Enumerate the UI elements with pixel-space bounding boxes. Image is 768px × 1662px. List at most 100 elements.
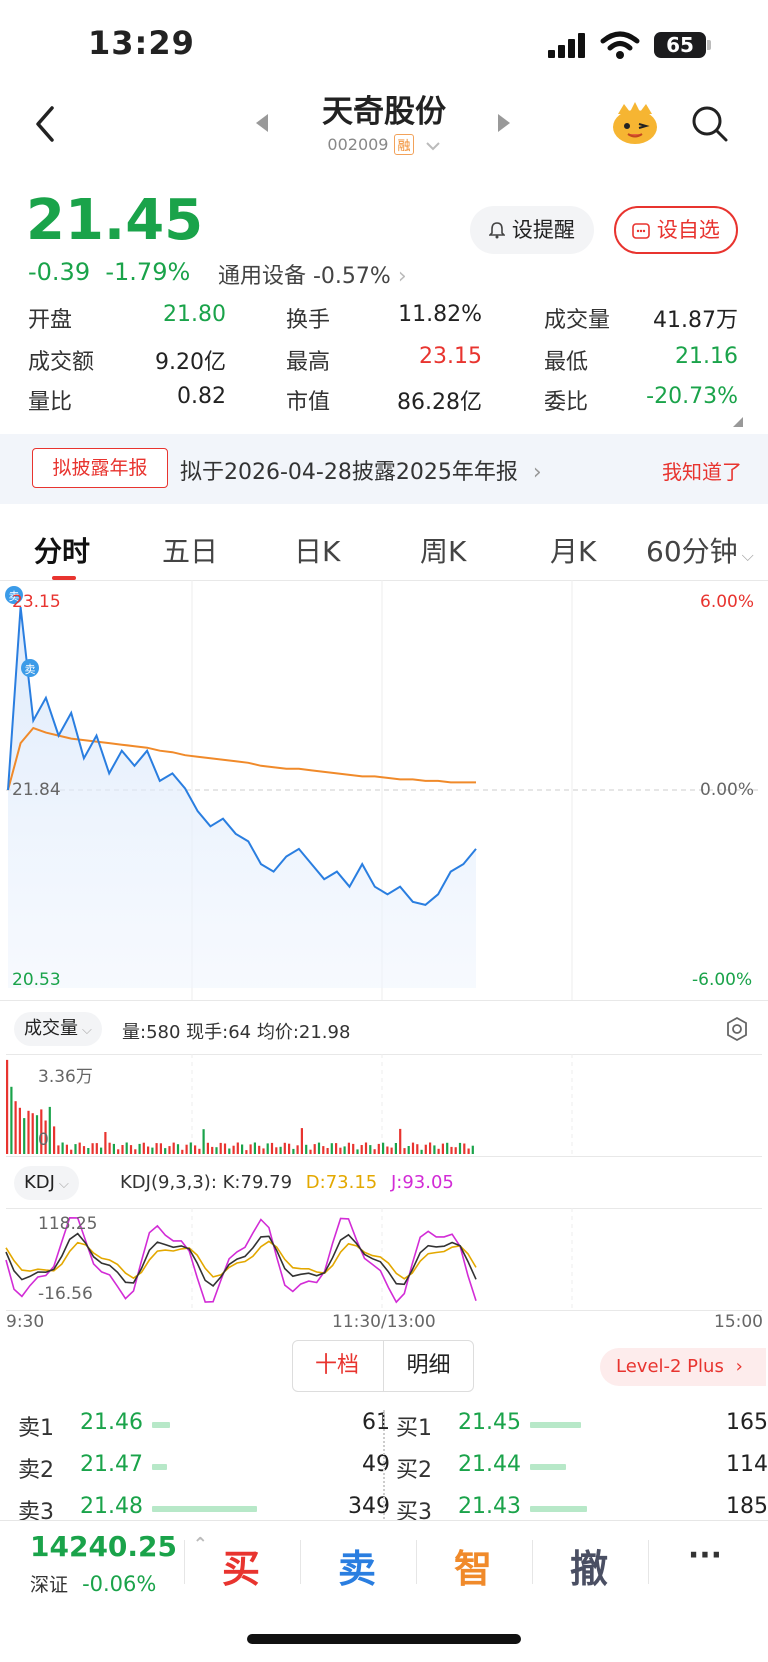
- kdj-chart[interactable]: [0, 1208, 768, 1310]
- volume-bar: [437, 1148, 440, 1154]
- tab-weekly-k[interactable]: 周K: [420, 530, 466, 570]
- tab-60min-label: 60分钟: [646, 535, 738, 568]
- stat-value: 23.15: [419, 344, 482, 369]
- add-watchlist-button[interactable]: 设自选: [614, 206, 738, 254]
- more-button[interactable]: ···: [650, 1538, 760, 1573]
- chevron-right-icon: ›: [532, 460, 542, 485]
- kdj-params: KDJ(9,3,3):: [120, 1172, 217, 1193]
- tab-60min[interactable]: 60分钟 ⌵: [646, 530, 754, 570]
- volume-bar: [121, 1145, 124, 1154]
- level2-plus-button[interactable]: Level-2 Plus ›: [600, 1348, 766, 1386]
- price-axis-low: 20.53: [12, 970, 61, 990]
- volume-bar: [347, 1142, 350, 1154]
- buy-level-volume: 185: [726, 1494, 768, 1519]
- volume-bar: [70, 1149, 73, 1154]
- volume-bar: [317, 1142, 321, 1154]
- tab-intraday[interactable]: 分时: [34, 530, 90, 570]
- time-axis-end: 15:00: [714, 1312, 763, 1332]
- volume-selector[interactable]: 成交量 ⌵: [14, 1012, 102, 1046]
- smart-button[interactable]: 智: [418, 1538, 528, 1593]
- price-change: -0.39 -1.79%: [28, 258, 190, 286]
- volume-bar: [168, 1146, 171, 1154]
- volume-max-label: 3.36万: [38, 1067, 93, 1087]
- volume-bar: [100, 1147, 103, 1154]
- sell-marker[interactable]: 卖: [21, 659, 39, 677]
- volume-bar: [211, 1146, 214, 1154]
- buy-button[interactable]: 买: [186, 1538, 296, 1593]
- volume-bar: [61, 1142, 64, 1154]
- volume-bar: [18, 1107, 21, 1154]
- divider: [184, 1540, 185, 1584]
- kdj-k: K:79.79: [222, 1172, 293, 1193]
- volume-bar: [326, 1148, 329, 1154]
- sector-link[interactable]: 通用设备 -0.57% ›: [218, 258, 407, 290]
- volume-bar: [335, 1143, 338, 1154]
- volume-bar: [125, 1142, 128, 1154]
- change-percent: -1.79%: [105, 258, 191, 286]
- volume-chart[interactable]: [0, 1054, 768, 1156]
- volume-selector-label: 成交量: [24, 1018, 78, 1039]
- volume-bar: [313, 1144, 316, 1154]
- volume-bar: [382, 1142, 385, 1154]
- stat-value: 11.82%: [398, 302, 482, 327]
- notice-text-link[interactable]: 拟于2026-04-28披露2025年年报 ›: [180, 454, 542, 486]
- sell-level-price: 21.48: [80, 1494, 143, 1519]
- volume-bar: [147, 1146, 150, 1154]
- kdj-j: J:93.05: [390, 1172, 454, 1193]
- index-name: 深证: [30, 1574, 69, 1596]
- divider: [300, 1540, 301, 1584]
- intraday-chart[interactable]: 卖 卖: [0, 580, 768, 1000]
- volume-bar: [134, 1149, 137, 1154]
- level2-plus-label: Level-2 Plus: [616, 1356, 724, 1377]
- stat-label: 开盘: [28, 308, 73, 333]
- expand-corner-icon[interactable]: [732, 416, 744, 428]
- stat-value: -20.73%: [646, 384, 738, 409]
- stat-label: 换手: [286, 308, 331, 333]
- kdj-d-line: [5, 1240, 477, 1280]
- volume-bar: [176, 1144, 180, 1154]
- volume-bar: [172, 1142, 175, 1154]
- buy-level-price: 21.45: [458, 1410, 521, 1435]
- sell-button[interactable]: 卖: [302, 1538, 412, 1593]
- sell-level-price: 21.46: [80, 1410, 143, 1435]
- volume-bar: [458, 1142, 462, 1154]
- volume-bar: [416, 1144, 419, 1154]
- tab-daily-k[interactable]: 日K: [294, 530, 340, 570]
- settings-icon[interactable]: [724, 1016, 750, 1042]
- price-area: [8, 607, 476, 988]
- volume-bar: [155, 1143, 158, 1154]
- volume-bar: [91, 1143, 94, 1154]
- index-value[interactable]: 14240.25 ⌃: [30, 1530, 208, 1563]
- sell-level-volume: 61: [362, 1410, 390, 1435]
- volume-bar: [185, 1144, 188, 1154]
- chevron-down-icon: [425, 141, 440, 150]
- volume-bar: [369, 1145, 372, 1154]
- search-icon[interactable]: [690, 104, 730, 144]
- volume-bar: [429, 1142, 432, 1154]
- chart-divider: [0, 1000, 768, 1001]
- index-value-text: 14240.25: [30, 1530, 178, 1563]
- stat-value: 21.16: [675, 344, 738, 369]
- stat-value: 86.28亿: [397, 390, 482, 415]
- volume-bar: [433, 1145, 436, 1154]
- volume-bar: [339, 1147, 342, 1154]
- sell-level-volume: 349: [348, 1494, 390, 1519]
- kdj-selector[interactable]: KDJ ⌵: [14, 1166, 79, 1200]
- volume-bar: [27, 1110, 30, 1154]
- stock-code: 002009: [327, 135, 389, 154]
- set-alert-button[interactable]: 设提醒: [470, 206, 594, 254]
- watchlist-icon: [632, 223, 650, 239]
- volume-bar: [48, 1106, 51, 1154]
- mascot-icon[interactable]: [610, 100, 660, 146]
- sell-level-volume: 49: [362, 1452, 390, 1477]
- tab-details[interactable]: 明细: [383, 1340, 473, 1392]
- tab-five-day[interactable]: 五日: [162, 530, 218, 570]
- cancel-order-button[interactable]: 撤: [534, 1538, 644, 1593]
- status-time: 13:29: [88, 24, 195, 62]
- chevron-right-icon: ›: [735, 1356, 743, 1377]
- tab-ten-levels[interactable]: 十档: [292, 1340, 382, 1392]
- volume-bar: [31, 1113, 34, 1154]
- tab-monthly-k[interactable]: 月K: [550, 530, 596, 570]
- volume-bar: [219, 1142, 222, 1154]
- notice-dismiss-button[interactable]: 我知道了: [662, 456, 742, 485]
